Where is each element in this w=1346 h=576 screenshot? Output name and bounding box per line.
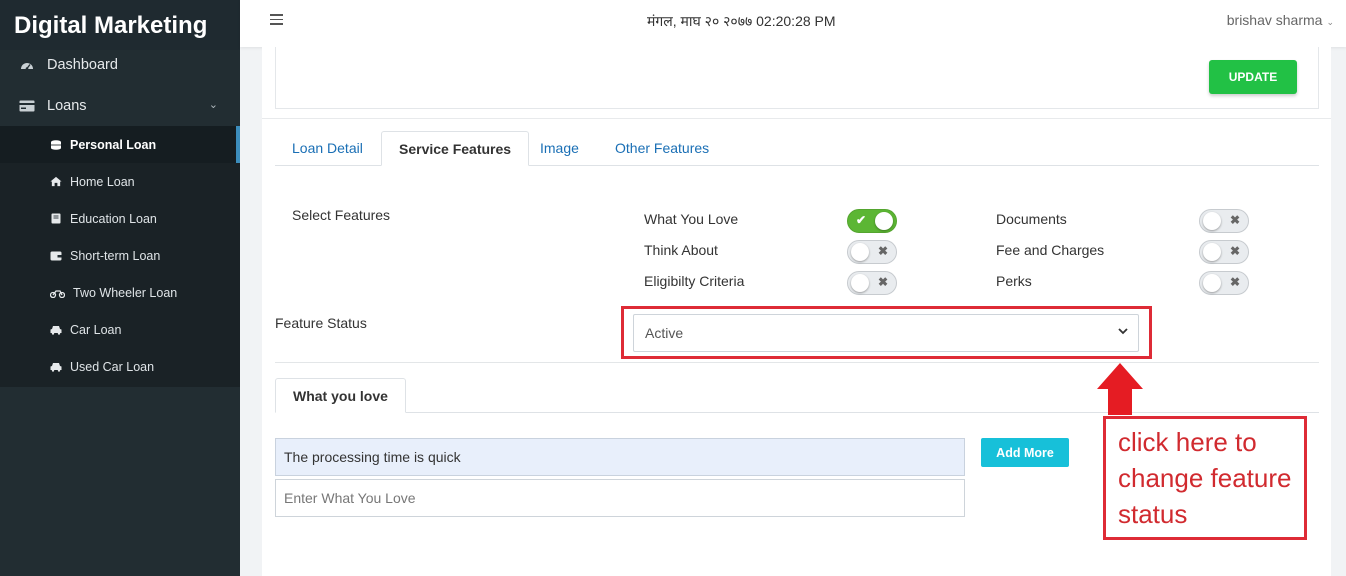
- top-navbar: मंगल, माघ २० २०७७ 02:20:28 PM brishav sh…: [240, 0, 1346, 47]
- loan-tabs: Loan Detail Service Features Image Other…: [275, 131, 1319, 166]
- tab-other-features[interactable]: Other Features: [598, 131, 726, 166]
- wallet-icon: [50, 251, 62, 261]
- x-icon: ✖: [877, 244, 888, 258]
- sidebar-item-label: Car Loan: [70, 322, 122, 337]
- sidebar-item-education-loan[interactable]: Education Loan: [0, 200, 240, 237]
- top-panel: UPDATE: [275, 47, 1319, 109]
- tab-loan-detail[interactable]: Loan Detail: [275, 131, 380, 166]
- book-icon: [50, 213, 62, 224]
- sidebar-item-label: Personal Loan: [70, 137, 157, 152]
- divider: [275, 362, 1319, 363]
- car-icon: [50, 325, 62, 335]
- tab-service-features[interactable]: Service Features: [381, 131, 530, 166]
- feature-label: Documents: [996, 211, 1067, 227]
- x-icon: ✖: [1229, 213, 1240, 227]
- motorcycle-icon: [50, 288, 65, 298]
- fee-and-charges-toggle[interactable]: ✖: [1199, 240, 1249, 264]
- car-icon: [50, 362, 62, 372]
- sidebar-item-two-wheeler-loan[interactable]: Two Wheeler Loan: [0, 274, 240, 311]
- dashboard-icon: [19, 58, 35, 72]
- feature-label: Eligibilty Criteria: [644, 273, 745, 289]
- update-button[interactable]: UPDATE: [1209, 60, 1297, 94]
- what-you-love-toggle[interactable]: ✔: [847, 209, 897, 233]
- divider: [262, 118, 1331, 119]
- feature-label: Perks: [996, 273, 1032, 289]
- sidebar-item-label: Used Car Loan: [70, 359, 155, 374]
- loans-submenu: Personal Loan Home Loan Education Loan S…: [0, 126, 240, 387]
- feature-label: Think About: [644, 242, 718, 258]
- tab-what-you-love[interactable]: What you love: [275, 378, 406, 413]
- coins-icon: [50, 139, 62, 150]
- feature-label: What You Love: [644, 211, 739, 227]
- think-about-toggle[interactable]: ✖: [847, 240, 897, 264]
- feature-label: Fee and Charges: [996, 242, 1105, 258]
- eligibility-criteria-toggle[interactable]: ✖: [847, 271, 897, 295]
- select-features-label: Select Features: [292, 207, 391, 223]
- feature-status-label: Feature Status: [275, 315, 367, 331]
- user-name: brishav sharma: [1226, 12, 1323, 28]
- add-more-button[interactable]: Add More: [981, 438, 1069, 467]
- sidebar-item-home-loan[interactable]: Home Loan: [0, 163, 240, 200]
- feature-subtabs: What you love: [275, 378, 1319, 413]
- documents-toggle[interactable]: ✖: [1199, 209, 1249, 233]
- sidebar-item-label: Two Wheeler Loan: [73, 285, 178, 300]
- home-icon: [50, 176, 62, 187]
- what-you-love-entry[interactable]: The processing time is quick: [275, 438, 965, 476]
- sidebar-item-short-term-loan[interactable]: Short-term Loan: [0, 237, 240, 274]
- sidebar-item-label: Short-term Loan: [70, 248, 161, 263]
- arrow-up-icon: [1097, 363, 1143, 415]
- sidebar-item-dashboard[interactable]: Dashboard: [0, 44, 240, 85]
- x-icon: ✖: [1229, 275, 1240, 289]
- sidebar-item-label: Loans: [47, 97, 87, 114]
- x-icon: ✖: [1229, 244, 1240, 258]
- sidebar-item-used-car-loan[interactable]: Used Car Loan: [0, 348, 240, 385]
- datetime-display: मंगल, माघ २० २०७७ 02:20:28 PM: [647, 13, 836, 29]
- sidebar-item-label: Education Loan: [70, 211, 157, 226]
- perks-toggle[interactable]: ✖: [1199, 271, 1249, 295]
- sidebar-item-loans[interactable]: Loans ⌄: [0, 85, 240, 126]
- tab-image[interactable]: Image: [523, 131, 596, 166]
- chevron-down-icon: ⌄: [208, 99, 218, 111]
- user-menu[interactable]: brishav sharma ⌄: [1227, 12, 1334, 28]
- check-icon: ✔: [856, 213, 867, 227]
- app-title: Digital Marketing: [0, 0, 240, 50]
- loans-icon: [19, 99, 35, 113]
- annotation-callout: click here to change feature status: [1103, 416, 1307, 540]
- sidebar-item-label: Home Loan: [70, 174, 135, 189]
- highlight-box: [621, 306, 1152, 359]
- annotation-text: click here to change feature status: [1118, 427, 1292, 529]
- chevron-down-icon: ⌄: [1326, 17, 1334, 27]
- what-you-love-input[interactable]: [275, 479, 965, 517]
- sidebar-item-personal-loan[interactable]: Personal Loan: [0, 126, 240, 163]
- sidebar-item-car-loan[interactable]: Car Loan: [0, 311, 240, 348]
- sidebar-item-label: Dashboard: [47, 56, 118, 73]
- hamburger-menu-icon[interactable]: [270, 14, 283, 26]
- x-icon: ✖: [877, 275, 888, 289]
- sidebar: Digital Marketing Dashboard Loans ⌄ Pers…: [0, 0, 240, 576]
